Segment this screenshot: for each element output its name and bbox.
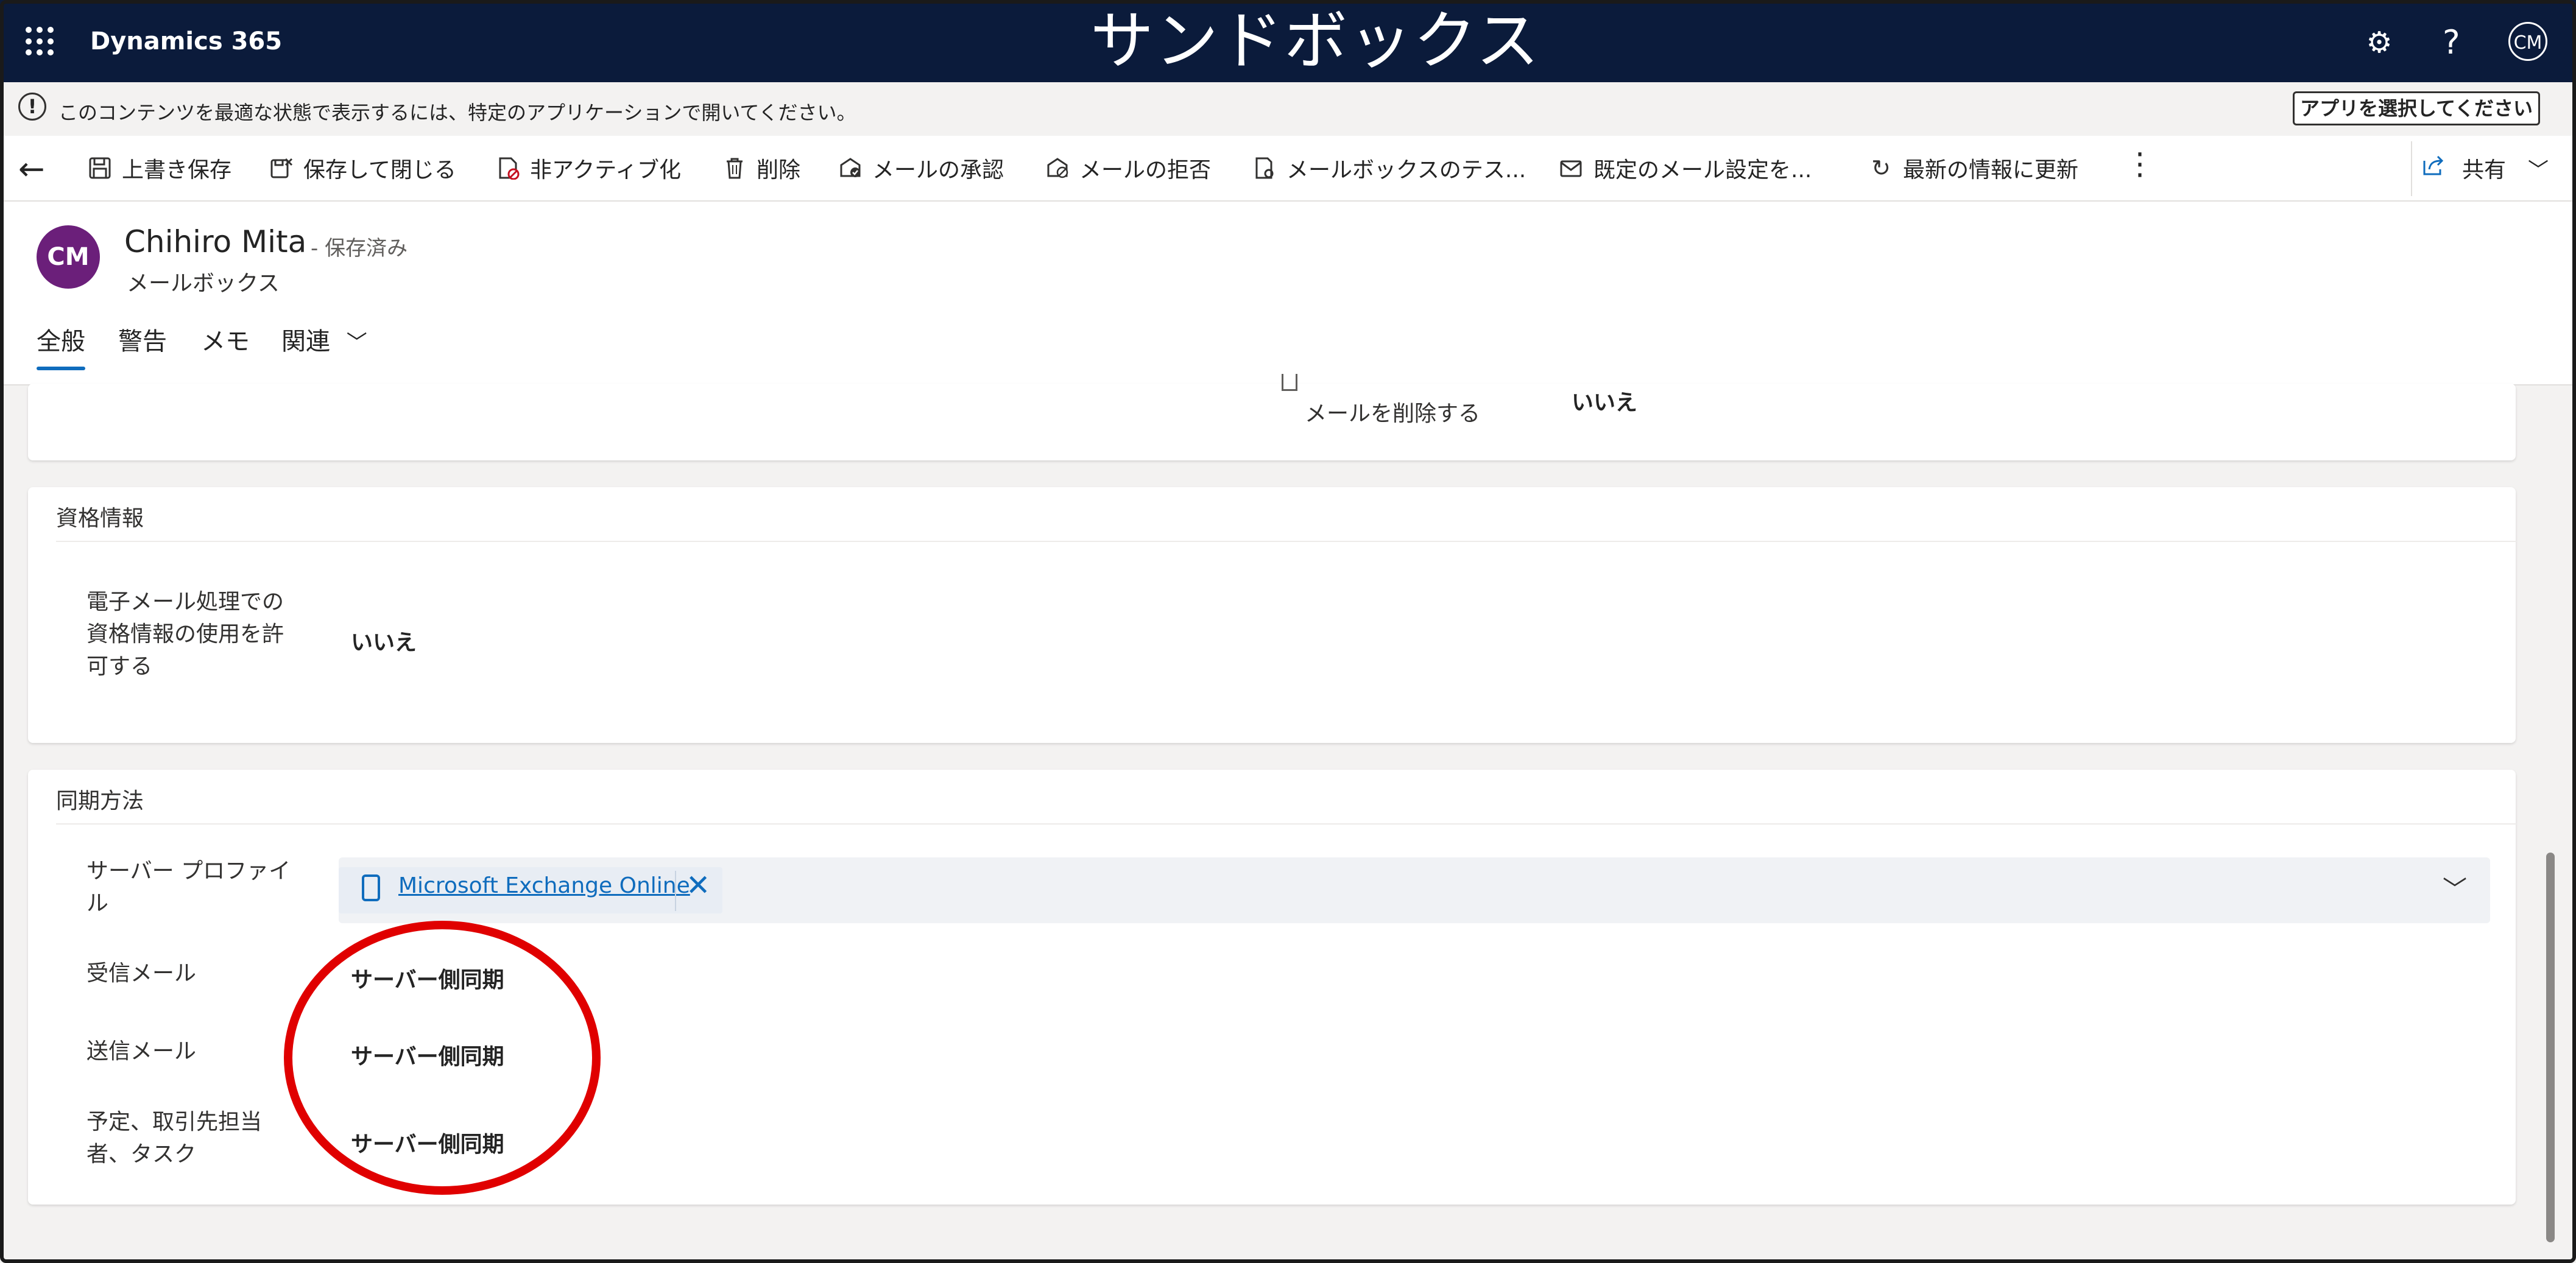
chevron-down-icon[interactable]: ﹀	[2528, 153, 2549, 183]
user-avatar[interactable]: CM	[2508, 22, 2547, 61]
default-mail-settings-button[interactable]: 既定のメール設定を...	[1558, 152, 1812, 184]
record-name: Chihiro Mita	[124, 224, 307, 259]
share-label: 共有	[2462, 158, 2507, 183]
reject-email-icon	[1044, 155, 1071, 181]
section-divider	[56, 823, 2517, 825]
back-arrow-icon[interactable]: ←	[18, 151, 45, 188]
tab-related-label: 関連	[281, 328, 330, 356]
settings-gear-icon[interactable]: ⚙	[2363, 27, 2395, 58]
field-label-use-credentials: 電子メール処理での 資格情報の使用を許 可する	[86, 589, 284, 679]
mail-settings-icon	[1558, 155, 1585, 181]
top-navigation-bar: Dynamics 365 サンドボックス ⚙ ? CM	[0, 0, 2576, 82]
highlight-ellipse	[284, 921, 601, 1195]
approve-email-icon	[837, 155, 864, 181]
reject-email-button[interactable]: メールの拒否	[1044, 152, 1211, 184]
save-close-icon	[268, 155, 295, 181]
refresh-button[interactable]: ↻ 最新の情報に更新	[1868, 152, 2078, 184]
notification-text: このコンテンツを最適な状態で表示するには、特定のアプリケーションで開いてください…	[58, 101, 856, 124]
refresh-label: 最新の情報に更新	[1903, 158, 2079, 183]
delete-button[interactable]: 削除	[721, 152, 800, 184]
command-separator	[2411, 141, 2412, 196]
partial-field-value: いいえ	[1572, 390, 1638, 415]
section-title-sync: 同期方法	[56, 789, 144, 814]
tab-related[interactable]: 関連 ﹀	[281, 322, 367, 357]
environment-label: サンドボックス	[1090, 4, 1540, 78]
vertical-scrollbar[interactable]	[2546, 853, 2555, 1242]
test-mailbox-icon	[1251, 155, 1278, 181]
field-label-appointments-contacts-tasks: 予定、取引先担当 者、タスク	[86, 1110, 263, 1167]
share-button[interactable]: 共有 ﹀	[2422, 152, 2549, 184]
lookup-separator	[675, 871, 676, 911]
save-icon	[86, 155, 113, 181]
deactivate-label: 非アクティブ化	[530, 158, 682, 183]
deactivate-icon	[495, 155, 521, 181]
deactivate-button[interactable]: 非アクティブ化	[495, 152, 681, 184]
choose-app-button[interactable]: アプリを選択してください	[2293, 91, 2540, 125]
save-status: - 保存済み	[311, 236, 408, 261]
field-label-incoming-email: 受信メール	[86, 961, 197, 986]
server-profile-icon	[362, 874, 380, 901]
record-avatar: CM	[37, 225, 100, 289]
approve-email-button[interactable]: メールの承認	[837, 152, 1004, 184]
section-card-partial	[28, 384, 2516, 460]
help-icon[interactable]: ?	[2443, 23, 2460, 62]
server-profile-link[interactable]: Microsoft Exchange Online	[398, 873, 690, 898]
save-and-close-button[interactable]: 保存して閉じる	[268, 152, 456, 184]
share-icon	[2422, 153, 2446, 183]
section-card-credentials	[28, 487, 2516, 743]
tab-notes[interactable]: メモ	[201, 322, 250, 357]
test-mailbox-label: メールボックスのテス...	[1286, 158, 1526, 183]
field-label-server-profile: サーバー プロファイ ル	[86, 859, 291, 916]
refresh-icon: ↻	[1871, 155, 1891, 181]
trash-icon	[721, 155, 748, 181]
tab-general[interactable]: 全般	[37, 322, 85, 370]
section-title-credentials: 資格情報	[56, 506, 144, 531]
remove-close-icon[interactable]: ✕	[686, 868, 710, 902]
field-label-outgoing-email: 送信メール	[86, 1039, 197, 1064]
partial-field-label: メールを削除する	[1305, 401, 1481, 426]
save-label: 上書き保存	[122, 158, 232, 183]
app-launcher-icon[interactable]	[26, 27, 55, 56]
field-value-use-credentials[interactable]: いいえ	[351, 625, 417, 656]
chevron-down-icon[interactable]: ﹀	[2443, 870, 2467, 905]
checkbox-icon	[1282, 374, 1297, 391]
delete-label: 削除	[757, 158, 801, 183]
more-commands-icon[interactable]: ⋮	[2125, 146, 2155, 181]
info-icon: !	[18, 93, 46, 121]
test-mailbox-button[interactable]: メールボックスのテス...	[1251, 152, 1526, 184]
save-button[interactable]: 上書き保存	[86, 152, 231, 184]
app-name[interactable]: Dynamics 365	[90, 27, 282, 55]
tab-alerts[interactable]: 警告	[118, 322, 167, 357]
reject-email-label: メールの拒否	[1079, 158, 1212, 183]
chevron-down-icon: ﹀	[346, 331, 367, 355]
approve-email-label: メールの承認	[872, 158, 1004, 183]
save-close-label: 保存して閉じる	[303, 158, 456, 183]
default-mail-settings-label: 既定のメール設定を...	[1593, 158, 1812, 183]
record-header	[0, 202, 2576, 385]
entity-name: メールボックス	[127, 271, 280, 296]
section-divider	[56, 541, 2517, 542]
